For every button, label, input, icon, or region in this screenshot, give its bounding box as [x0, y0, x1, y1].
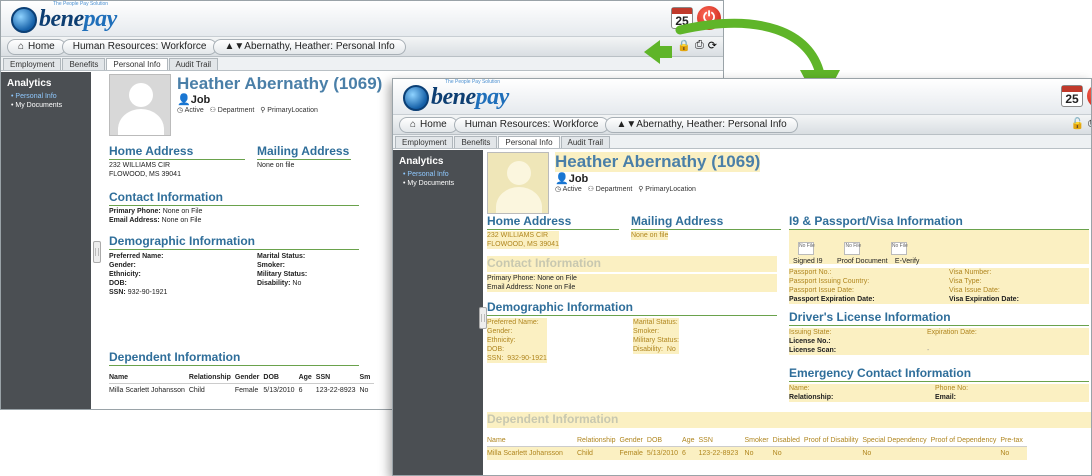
collapse-handle[interactable] — [479, 307, 487, 329]
sidebar: Analytics • Personal Info • My Documents — [393, 150, 483, 475]
benepay-logo[interactable]: benepay — [403, 84, 509, 111]
print-icon[interactable]: ⎙ — [1088, 117, 1091, 130]
demographic-right: Marital Status: Smoker: Military Status:… — [257, 253, 308, 287]
sidebar: Analytics • Personal Info • My Documents — [1, 72, 91, 409]
demographic-left: Preferred Name: Gender: Ethnicity: DOB: … — [109, 253, 168, 296]
dependent-table: Name Relationship Gender DOB Age SSN Sm … — [109, 372, 375, 397]
tab-employment[interactable]: Employment — [3, 58, 62, 70]
tagline: The People Pay Solution — [53, 1, 109, 7]
sidebar-item-my-documents[interactable]: • My Documents — [11, 102, 91, 109]
home-icon: ⌂ — [410, 119, 417, 130]
table-row[interactable]: Milla Scarlett Johansson Child Female 5/… — [487, 446, 1027, 460]
drivers-license-title: Driver's License Information — [789, 310, 1089, 326]
dependent-table: Name Relationship Gender DOB Age SSN Smo… — [487, 435, 1027, 460]
tab-benefits[interactable]: Benefits — [62, 58, 106, 70]
signed-i9-file-icon[interactable]: No File — [793, 242, 819, 255]
contact-values: Primary Phone: None on File Email Addres… — [109, 208, 203, 224]
employee-job: 👤Job — [177, 94, 211, 106]
employee-name: Heather Abernathy (1069) — [555, 152, 761, 172]
home-address-value: 232 WILLIAMS CIR FLOWOOD, MS 39041 — [487, 231, 559, 249]
drivers-license-info: Issuing State: Expiration Date: License N… — [789, 328, 1089, 355]
breadcrumb-person[interactable]: ▲▼Abernathy, Heather: Personal Info — [213, 38, 406, 55]
header-bar: benepay The People Pay Solution 25 ⏻ — [393, 79, 1091, 115]
sidebar-item-personal-info[interactable]: • Personal Info — [403, 171, 483, 178]
employee-name: Heather Abernathy (1069) — [177, 74, 383, 93]
i9-title: I9 & Passport/Visa Information — [789, 214, 1089, 230]
main-content: Heather Abernathy (1069) 👤Job ◷ Active ⚇… — [483, 150, 1091, 475]
tab-audit-trail[interactable]: Audit Trail — [560, 136, 611, 148]
demographic-title: Demographic Information — [487, 300, 777, 316]
employee-job: 👤Job — [555, 173, 589, 185]
tab-personal-info[interactable]: Personal Info — [106, 58, 168, 70]
breadcrumb-hr[interactable]: Human Resources: Workforce — [61, 38, 218, 55]
breadcrumb: ⌂ Home Human Resources: Workforce ▲▼Abern… — [393, 115, 1091, 135]
logo-orb-icon — [11, 6, 37, 33]
proof-document-file-icon[interactable]: No File — [839, 242, 865, 255]
employee-photo — [487, 152, 549, 214]
sidebar-item-my-documents[interactable]: • My Documents — [403, 180, 483, 187]
sidebar-item-personal-info[interactable]: • Personal Info — [11, 93, 91, 100]
breadcrumb-person[interactable]: ▲▼Abernathy, Heather: Personal Info — [605, 116, 798, 133]
home-icon: ⌂ — [18, 41, 25, 52]
dependent-title: Dependent Information — [487, 412, 1091, 428]
contact-values: Primary Phone: None on File Email Addres… — [487, 274, 777, 292]
passport-info: Passport No.: Visa Number: Passport Issui… — [789, 268, 1089, 304]
employee-meta: ◷ Active ⚇ Department ⚲ PrimaryLocation — [555, 186, 696, 193]
home-address-title: Home Address — [487, 214, 619, 230]
home-address-title: Home Address — [109, 144, 245, 160]
app-window-after: benepay The People Pay Solution 25 ⏻ ⌂Ho… — [392, 78, 1092, 476]
tagline: The People Pay Solution — [445, 79, 501, 85]
contact-title: Contact Information — [487, 256, 777, 272]
home-address-value: 232 WILLIAMS CIR FLOWOOD, MS 39041 — [109, 162, 181, 178]
employee-photo — [109, 74, 171, 136]
breadcrumb: ⌂ Home Human Resources: Workforce ▲▼Abern… — [1, 37, 723, 57]
mailing-address-title: Mailing Address — [631, 214, 781, 230]
tab-personal-info[interactable]: Personal Info — [498, 136, 560, 148]
demographic-left: Preferred Name: Gender: Ethnicity: DOB: … — [487, 318, 547, 363]
table-row[interactable]: Milla Scarlett Johansson Child Female 5/… — [109, 383, 375, 397]
tab-benefits[interactable]: Benefits — [454, 136, 498, 148]
collapse-handle[interactable] — [93, 241, 101, 263]
power-icon[interactable]: ⏻ — [1087, 84, 1091, 108]
e-verify-file-icon[interactable]: No File — [886, 242, 912, 255]
employee-meta: ◷ Active ⚇ Department ⚲ PrimaryLocation — [177, 107, 318, 114]
emergency-contact-info: Name: Phone No: Relationship: Email: — [789, 384, 1089, 402]
emergency-contact-title: Emergency Contact Information — [789, 366, 1089, 382]
i9-documents: No File No File No File Signed I9 Proof … — [789, 230, 1089, 265]
unlock-icon[interactable]: 🔓 — [1070, 117, 1084, 130]
tab-bar: Employment Benefits Personal Info Audit … — [393, 135, 1091, 149]
breadcrumb-home[interactable]: ⌂ Home — [7, 38, 66, 55]
table-header-row: Name Relationship Gender DOB Age SSN Sm — [109, 374, 371, 381]
sidebar-header: Analytics — [399, 156, 444, 167]
logo-orb-icon — [403, 84, 429, 111]
demographic-right: Marital Status: Smoker: Military Status:… — [633, 318, 679, 354]
demographic-title: Demographic Information — [109, 234, 359, 250]
breadcrumb-home[interactable]: ⌂ Home — [399, 116, 458, 133]
header-bar: benepay The People Pay Solution 25 ⏻ — [1, 1, 723, 37]
contact-title: Contact Information — [109, 190, 359, 206]
table-header-row: Name Relationship Gender DOB Age SSN Smo… — [487, 437, 1023, 444]
mailing-address-value: None on file — [631, 231, 669, 240]
tab-employment[interactable]: Employment — [395, 136, 454, 148]
mailing-address-value: None on file — [257, 162, 295, 169]
sidebar-header: Analytics — [7, 78, 52, 89]
tab-bar: Employment Benefits Personal Info Audit … — [1, 57, 723, 71]
dependent-title: Dependent Information — [109, 350, 359, 366]
calendar-icon[interactable]: 25 — [1061, 85, 1083, 107]
benepay-logo[interactable]: benepay — [11, 6, 117, 33]
mailing-address-title: Mailing Address — [257, 144, 351, 160]
tab-audit-trail[interactable]: Audit Trail — [168, 58, 219, 70]
breadcrumb-hr[interactable]: Human Resources: Workforce — [453, 116, 610, 133]
